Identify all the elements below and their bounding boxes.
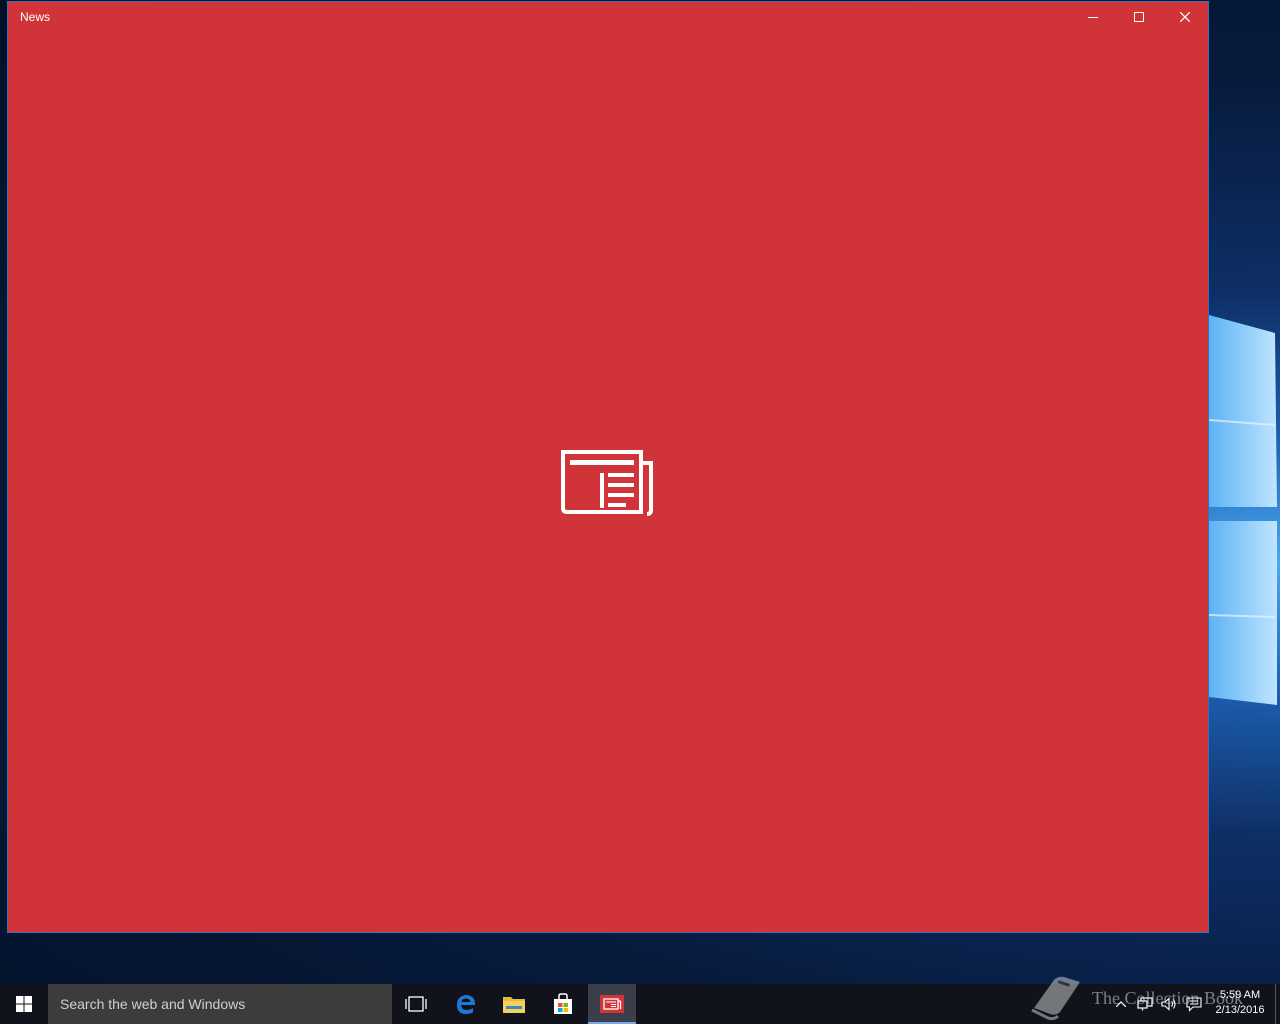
title-bar[interactable]: News	[8, 2, 1208, 32]
watermark-text: The Collection Book	[1092, 988, 1243, 1008]
minimize-icon	[1088, 17, 1098, 18]
news-app-window[interactable]: News	[7, 1, 1209, 933]
edge-icon	[457, 995, 475, 1014]
maximize-icon	[1134, 12, 1144, 22]
search-input[interactable]: Search the web and Windows	[48, 984, 392, 1024]
file-explorer-button[interactable]	[490, 984, 538, 1024]
close-button[interactable]	[1162, 2, 1208, 32]
windows-logo-icon	[16, 996, 32, 1012]
minimize-button[interactable]	[1070, 2, 1116, 32]
news-icon	[600, 995, 624, 1013]
file-explorer-icon	[503, 997, 525, 1013]
window-title: News	[20, 10, 51, 24]
search-placeholder: Search the web and Windows	[60, 996, 246, 1012]
watermark: The Collection Book	[1028, 974, 1268, 1024]
book-icon	[1031, 976, 1080, 1021]
task-view-button[interactable]	[392, 984, 440, 1024]
edge-button[interactable]	[442, 984, 490, 1024]
news-taskbar-button[interactable]	[588, 984, 636, 1024]
newspaper-icon	[559, 449, 657, 517]
close-icon	[1180, 12, 1190, 22]
wallpaper-windows-logo	[1209, 285, 1280, 725]
maximize-button[interactable]	[1116, 2, 1162, 32]
store-button[interactable]	[539, 984, 587, 1024]
task-view-icon	[405, 996, 427, 1012]
store-icon	[554, 993, 572, 1014]
start-button[interactable]	[0, 984, 48, 1024]
show-desktop-button[interactable]	[1275, 984, 1280, 1024]
